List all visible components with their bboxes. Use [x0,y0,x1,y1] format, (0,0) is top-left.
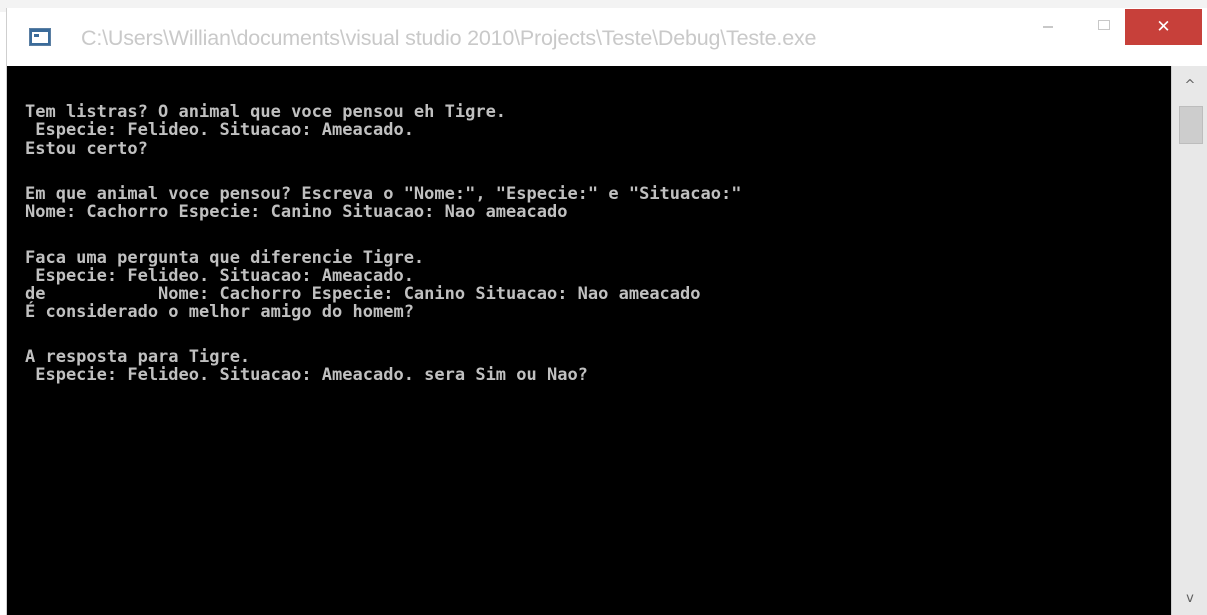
chevron-up-icon: ^ [1184,77,1196,93]
vertical-scrollbar[interactable]: ^ v [1171,66,1207,615]
console-line: Especie: Felideo. Situacao: Ameacado. [25,266,414,286]
console-line: Em que animal voce pensou? Escreva o "No… [25,184,742,204]
chevron-down-icon: v [1186,590,1194,606]
console-output[interactable]: Tem listras? O animal que voce pensou eh… [7,66,1171,615]
minimize-button[interactable] [1025,12,1071,48]
scroll-up-button[interactable]: ^ [1172,70,1207,100]
close-button[interactable]: ✕ [1125,9,1202,45]
maximize-button[interactable] [1081,12,1127,48]
console-line: A resposta para Tigre. [25,347,251,367]
console-app-icon[interactable] [29,28,51,46]
close-icon: ✕ [1156,16,1171,37]
title-bar[interactable]: C:\Users\Willian\documents\visual studio… [7,8,1207,66]
console-line: É considerado o melhor amigo do homem? [25,302,414,322]
console-line: Especie: Felideo. Situacao: Ameacado. se… [25,365,588,385]
console-line: Estou certo? [25,139,148,159]
minimize-icon [1043,26,1053,28]
scroll-thumb[interactable] [1179,106,1203,144]
scroll-down-button[interactable]: v [1172,583,1207,613]
console-window: C:\Users\Willian\documents\visual studio… [6,8,1207,615]
console-line: Tem listras? O animal que voce pensou eh… [25,102,507,122]
console-line: de Nome: Cachorro Especie: Canino Situac… [25,284,701,304]
window-title: C:\Users\Willian\documents\visual studio… [81,26,817,50]
console-line: Especie: Felideo. Situacao: Ameacado. [25,120,414,140]
maximize-icon [1098,20,1110,30]
console-line: Faca uma pergunta que diferencie Tigre. [25,248,425,268]
console-line: Nome: Cachorro Especie: Canino Situacao:… [25,202,568,222]
